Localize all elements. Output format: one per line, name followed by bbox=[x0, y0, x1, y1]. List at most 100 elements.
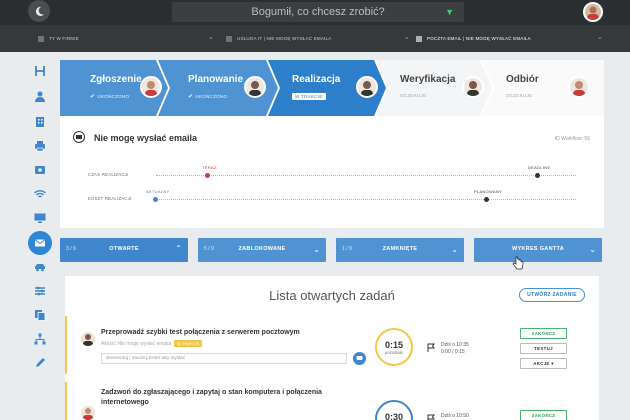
search-input[interactable]: Bogumił, co chcesz zrobić? bbox=[251, 6, 384, 18]
chevron-down-icon[interactable]: ⌄ bbox=[404, 33, 410, 41]
step-realizacja[interactable]: Realizacja W TRAKCIE bbox=[278, 60, 378, 116]
timer-circle: 0:30 bbox=[375, 400, 413, 420]
now-marker[interactable] bbox=[205, 173, 210, 178]
task-title: Nie mogę wysłać emaila bbox=[94, 133, 198, 143]
chevron-down-icon[interactable]: ⌄ bbox=[597, 33, 603, 41]
mail-icon bbox=[34, 239, 46, 247]
workflow-card: Zgłoszenie ✔ UKOŃCZONO Planowanie ✔ UKOŃCZ… bbox=[60, 60, 604, 228]
chevron-down-icon: ⌄ bbox=[589, 245, 596, 254]
flag-icon bbox=[427, 414, 435, 420]
status-badge: W TRAKCIE bbox=[174, 340, 203, 347]
tab-otwarte[interactable]: 3 / 9 OTWARTE ⌃ bbox=[60, 238, 188, 262]
phone-icon bbox=[35, 166, 45, 174]
printer-icon bbox=[35, 141, 45, 152]
moon-icon bbox=[35, 6, 44, 16]
chevron-up-icon: ⌃ bbox=[175, 244, 182, 253]
wifi-icon bbox=[34, 190, 46, 198]
chevron-down-icon[interactable]: ▼ bbox=[445, 2, 454, 22]
avatar bbox=[356, 76, 378, 98]
step-odbior[interactable]: Odbiór OCZEKUJE bbox=[492, 60, 604, 116]
deadline-tag: DEADLINE bbox=[528, 165, 551, 170]
sidebar-item-pen[interactable] bbox=[31, 354, 49, 372]
building-icon bbox=[36, 117, 44, 127]
sidebar-item-people[interactable] bbox=[31, 88, 49, 106]
chevron-down-icon[interactable]: ⌄ bbox=[208, 33, 214, 41]
settings-icon bbox=[35, 286, 45, 296]
task-row[interactable]: Zadzwoń do zgłaszającego i zapytaj o sta… bbox=[65, 382, 599, 420]
tree-icon bbox=[34, 333, 46, 345]
workflow-id: ID Workflow: 56 bbox=[554, 136, 590, 142]
breadcrumb-item[interactable]: TY W FIRMIE bbox=[38, 25, 79, 52]
chevron-down-icon: ⌄ bbox=[313, 245, 320, 254]
home-icon bbox=[38, 35, 44, 42]
sidebar-item-monitor[interactable] bbox=[31, 209, 49, 227]
step-zgloszenie[interactable]: Zgłoszenie ✔ UKOŃCZONO bbox=[70, 60, 170, 116]
avatar bbox=[140, 76, 162, 98]
sidebar-item-phone[interactable] bbox=[31, 161, 49, 179]
comment-send-button[interactable] bbox=[353, 352, 366, 365]
create-task-button[interactable]: UTWÓRZ ZADANIE bbox=[519, 288, 585, 302]
car-icon bbox=[35, 264, 45, 272]
planned-marker[interactable] bbox=[484, 197, 489, 202]
time-info: Dziś o 10:50 bbox=[441, 413, 469, 419]
avatar bbox=[462, 76, 484, 98]
top-bar: Bogumił, co chcesz zrobić? ▼ bbox=[0, 0, 630, 25]
task-title[interactable]: Zadzwoń do zgłaszającego i zapytaj o sta… bbox=[101, 388, 371, 408]
workflow-icon bbox=[35, 66, 45, 76]
deadline-marker[interactable] bbox=[535, 173, 540, 178]
avatar bbox=[81, 332, 95, 346]
sidebar-item-tree[interactable] bbox=[31, 330, 49, 348]
folder-icon bbox=[226, 35, 232, 42]
finish-button[interactable]: ZAKOŃCZ bbox=[520, 410, 567, 420]
chat-icon bbox=[356, 356, 363, 360]
flag-icon bbox=[427, 343, 435, 352]
chevron-down-icon: ⌄ bbox=[451, 245, 458, 254]
breadcrumb-item-active[interactable]: POCZTA EMAIL | NIE MOGĘ WYSŁAĆ EMAILA bbox=[416, 25, 531, 52]
time-info: Dziś o 10:35 0:00 / 0:15 bbox=[441, 342, 469, 355]
timer-circle: 0:15 pozostało bbox=[375, 328, 413, 366]
tab-wykres-gantta[interactable]: WYKRES GANTTA ⌄ bbox=[474, 238, 602, 262]
sidebar-item-copy[interactable] bbox=[31, 306, 49, 324]
task-row[interactable]: Przeprowadź szybki test połączenia z ser… bbox=[65, 316, 599, 374]
mail-icon bbox=[73, 131, 85, 143]
check-icon: ✔ bbox=[90, 94, 96, 100]
app-logo[interactable] bbox=[28, 0, 50, 22]
people-icon bbox=[35, 91, 45, 102]
sidebar bbox=[24, 57, 56, 420]
breadcrumb-item[interactable]: USŁUGA IT | NIE MOGĘ WYSŁAĆ EMAILA bbox=[226, 25, 331, 52]
test-button[interactable]: TESTUJ bbox=[520, 343, 567, 354]
sidebar-item-car[interactable] bbox=[31, 258, 49, 276]
sidebar-item-printer[interactable] bbox=[31, 137, 49, 155]
tab-zablokowane[interactable]: 5 / 9 ZABLOKOWANE ⌄ bbox=[198, 238, 326, 262]
sidebar-item-settings[interactable] bbox=[31, 282, 49, 300]
planned-tag: PLANOWANY bbox=[474, 189, 503, 194]
tab-zamkniete[interactable]: 1 / 9 ZAMKNIĘTE ⌄ bbox=[336, 238, 464, 262]
step-planowanie[interactable]: Planowanie ✔ UKOŃCZONO bbox=[168, 60, 268, 116]
status-badge: W TRAKCIE bbox=[292, 93, 326, 100]
finish-button[interactable]: ZAKOŃCZ bbox=[520, 328, 567, 339]
actual-tag: AKTUALNY bbox=[146, 189, 170, 194]
sidebar-item-building[interactable] bbox=[31, 113, 49, 131]
hand-cursor-icon bbox=[512, 256, 524, 270]
sidebar-item-wifi[interactable] bbox=[31, 185, 49, 203]
task-list-panel: Lista otwartych zadań UTWÓRZ ZADANIE Prz… bbox=[65, 276, 599, 420]
monitor-icon bbox=[34, 213, 46, 223]
avatar bbox=[81, 406, 95, 420]
task-title[interactable]: Przeprowadź szybki test połączenia z ser… bbox=[101, 329, 300, 336]
actions-button[interactable]: AKCJE ▾ bbox=[520, 358, 567, 369]
workflow-steps: Zgłoszenie ✔ UKOŃCZONO Planowanie ✔ UKOŃCZ… bbox=[60, 60, 604, 116]
command-search[interactable]: Bogumił, co chcesz zrobić? ▼ bbox=[172, 2, 464, 22]
step-weryfikacja[interactable]: Weryfikacja OCZEKUJE bbox=[386, 60, 486, 116]
sidebar-item-mail[interactable] bbox=[28, 231, 52, 255]
mail-icon bbox=[416, 35, 422, 42]
sidebar-item-workflow[interactable] bbox=[31, 62, 49, 80]
status-bar bbox=[65, 316, 67, 374]
check-icon: ✔ bbox=[188, 94, 194, 100]
actual-marker[interactable] bbox=[153, 197, 158, 202]
user-avatar[interactable] bbox=[583, 2, 603, 22]
time-track bbox=[156, 175, 576, 176]
copy-icon bbox=[35, 310, 46, 321]
now-tag: TERAZ bbox=[202, 165, 217, 170]
comment-input[interactable]: skomentuj i naciśnij Enter aby wysłać bbox=[101, 353, 347, 364]
time-label: CZAS REALIZACJI bbox=[88, 172, 129, 177]
